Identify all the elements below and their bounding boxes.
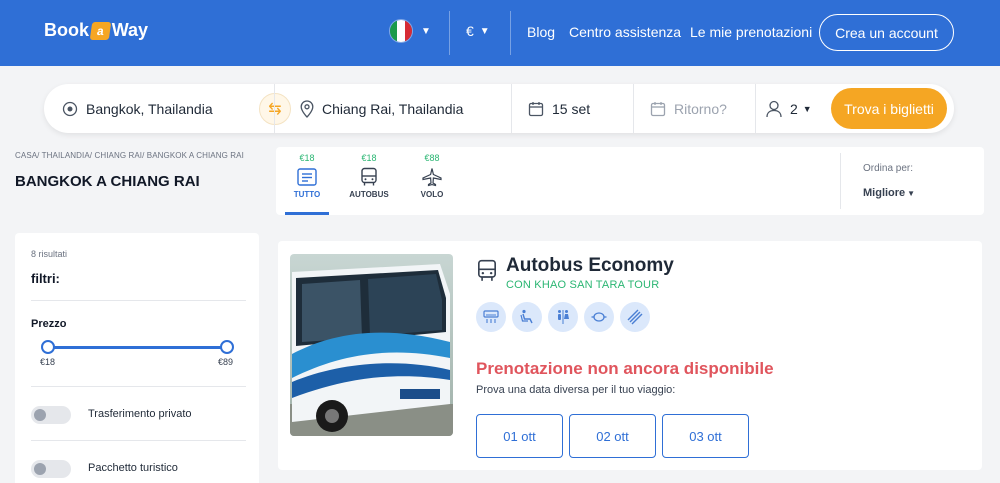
destination-field[interactable]: Chiang Rai, Thailandia	[300, 84, 510, 133]
snack-icon	[584, 302, 614, 332]
filters-panel: 8 risultati filtri: Prezzo €18 €89 Trasf…	[15, 233, 259, 483]
alternate-date-hint: Prova una data diversa per il tuo viaggi…	[476, 384, 676, 396]
price-slider-track[interactable]	[48, 346, 228, 349]
private-transfer-toggle[interactable]	[31, 406, 71, 424]
reclining-seat-icon	[512, 302, 542, 332]
results-count: 8 risultati	[31, 249, 68, 259]
result-title[interactable]: Autobus Economy	[506, 255, 674, 277]
departure-date-field[interactable]: 15 set	[528, 84, 628, 133]
origin-value: Bangkok, Thailandia	[86, 100, 213, 117]
tab-flight-price: €88	[424, 153, 440, 163]
price-min-value: €18	[40, 357, 56, 367]
active-tab-indicator	[285, 212, 329, 215]
search-divider	[274, 84, 275, 133]
header-divider	[449, 11, 450, 55]
filters-title: filtri:	[31, 271, 60, 286]
find-tickets-button[interactable]: Trova i biglietti	[831, 88, 947, 129]
origin-radio-icon	[62, 101, 78, 117]
calendar-icon	[650, 101, 666, 117]
logo-text-right: Way	[111, 20, 149, 40]
passengers-selector[interactable]: 2 ▼	[766, 84, 816, 133]
return-date-placeholder: Ritorno?	[674, 100, 727, 117]
wifi-icon	[620, 302, 650, 332]
chevron-down-icon: ▼	[479, 25, 490, 37]
tab-bus[interactable]: €18 AUTOBUS	[347, 147, 391, 215]
price-slider-max-handle[interactable]	[220, 340, 234, 354]
operator-name: CON KHAO SAN TARA TOUR	[506, 279, 660, 291]
sort-dropdown[interactable]: Migliore ▼	[863, 187, 915, 199]
filters-divider	[31, 386, 246, 387]
search-divider	[511, 84, 512, 133]
tab-all[interactable]: €18 TUTTO	[288, 147, 326, 215]
chevron-down-icon: ▼	[421, 25, 431, 37]
logo-badge: a	[89, 21, 111, 40]
ac-icon	[476, 302, 506, 332]
result-card: Autobus Economy CON KHAO SAN TARA TOUR P…	[278, 241, 982, 470]
chevron-down-icon: ▼	[802, 103, 812, 114]
private-transfer-label: Trasferimento privato	[88, 408, 192, 420]
departure-date-value: 15 set	[552, 100, 591, 117]
search-bar: Bangkok, Thailandia ⇆ Chiang Rai, Thaila…	[44, 84, 954, 133]
logo-text-left: Book	[44, 20, 89, 40]
origin-field[interactable]: Bangkok, Thailandia	[62, 84, 257, 133]
tab-bus-price: €18	[361, 153, 377, 163]
toilet-icon	[548, 302, 578, 332]
sort-value: Migliore	[863, 187, 906, 199]
map-pin-icon	[300, 99, 314, 118]
calendar-icon	[528, 101, 544, 117]
date-option-button[interactable]: 01 ott	[476, 414, 563, 458]
list-icon	[296, 167, 318, 187]
price-filter-label: Prezzo	[31, 318, 67, 330]
filters-divider	[31, 440, 246, 441]
tab-flight[interactable]: €88 VOLO	[413, 147, 451, 215]
sort-label: Ordina per:	[863, 163, 914, 174]
nav-blog-link[interactable]: Blog	[527, 24, 555, 40]
create-account-button[interactable]: Crea un account	[819, 14, 954, 51]
price-max-value: €89	[218, 357, 234, 367]
page-title: BANGKOK A CHIANG RAI	[15, 173, 200, 190]
return-date-field[interactable]: Ritorno?	[650, 84, 750, 133]
date-option-button[interactable]: 02 ott	[569, 414, 656, 458]
logo[interactable]: Book a Way	[44, 20, 148, 41]
tab-bus-label: AUTOBUS	[349, 190, 389, 199]
user-icon	[766, 100, 782, 118]
chevron-down-icon: ▼	[907, 189, 916, 198]
bus-icon	[358, 167, 380, 187]
nav-help-center-link[interactable]: Centro assistenza	[569, 24, 681, 40]
filters-divider	[31, 300, 246, 301]
tour-package-toggle[interactable]	[31, 460, 71, 478]
passengers-count: 2	[790, 100, 798, 117]
availability-status: Prenotazione non ancora disponibile	[476, 359, 774, 378]
tab-flight-label: VOLO	[420, 190, 444, 199]
currency-label: €	[466, 23, 474, 39]
tab-all-price: €18	[299, 153, 315, 163]
transport-tabs-panel: €18 TUTTO €18 AUTOBUS €88 VOLO Ordina pe…	[276, 147, 984, 215]
date-option-button[interactable]: 03 ott	[662, 414, 749, 458]
price-slider-min-handle[interactable]	[41, 340, 55, 354]
tab-all-label: TUTTO	[293, 190, 321, 199]
currency-selector[interactable]: € ▼	[466, 23, 490, 39]
bus-photo	[290, 254, 453, 436]
destination-value: Chiang Rai, Thailandia	[322, 100, 464, 117]
search-divider	[633, 84, 634, 133]
nav-my-bookings-link[interactable]: Le mie prenotazioni	[690, 24, 812, 40]
search-divider	[755, 84, 756, 133]
tour-package-label: Pacchetto turistico	[88, 462, 178, 474]
header-divider	[510, 11, 511, 55]
plane-icon	[421, 167, 443, 187]
swap-icon[interactable]: ⇆	[259, 93, 291, 125]
top-header: Book a Way ▼ € ▼ Blog Centro assistenza …	[0, 0, 1000, 66]
bus-icon	[475, 258, 499, 284]
italy-flag-icon	[389, 19, 413, 43]
sort-divider	[840, 153, 841, 209]
language-selector[interactable]: ▼	[389, 19, 431, 43]
breadcrumb[interactable]: CASA/ THAILANDIA/ CHIANG RAI/ BANGKOK A …	[15, 151, 244, 160]
